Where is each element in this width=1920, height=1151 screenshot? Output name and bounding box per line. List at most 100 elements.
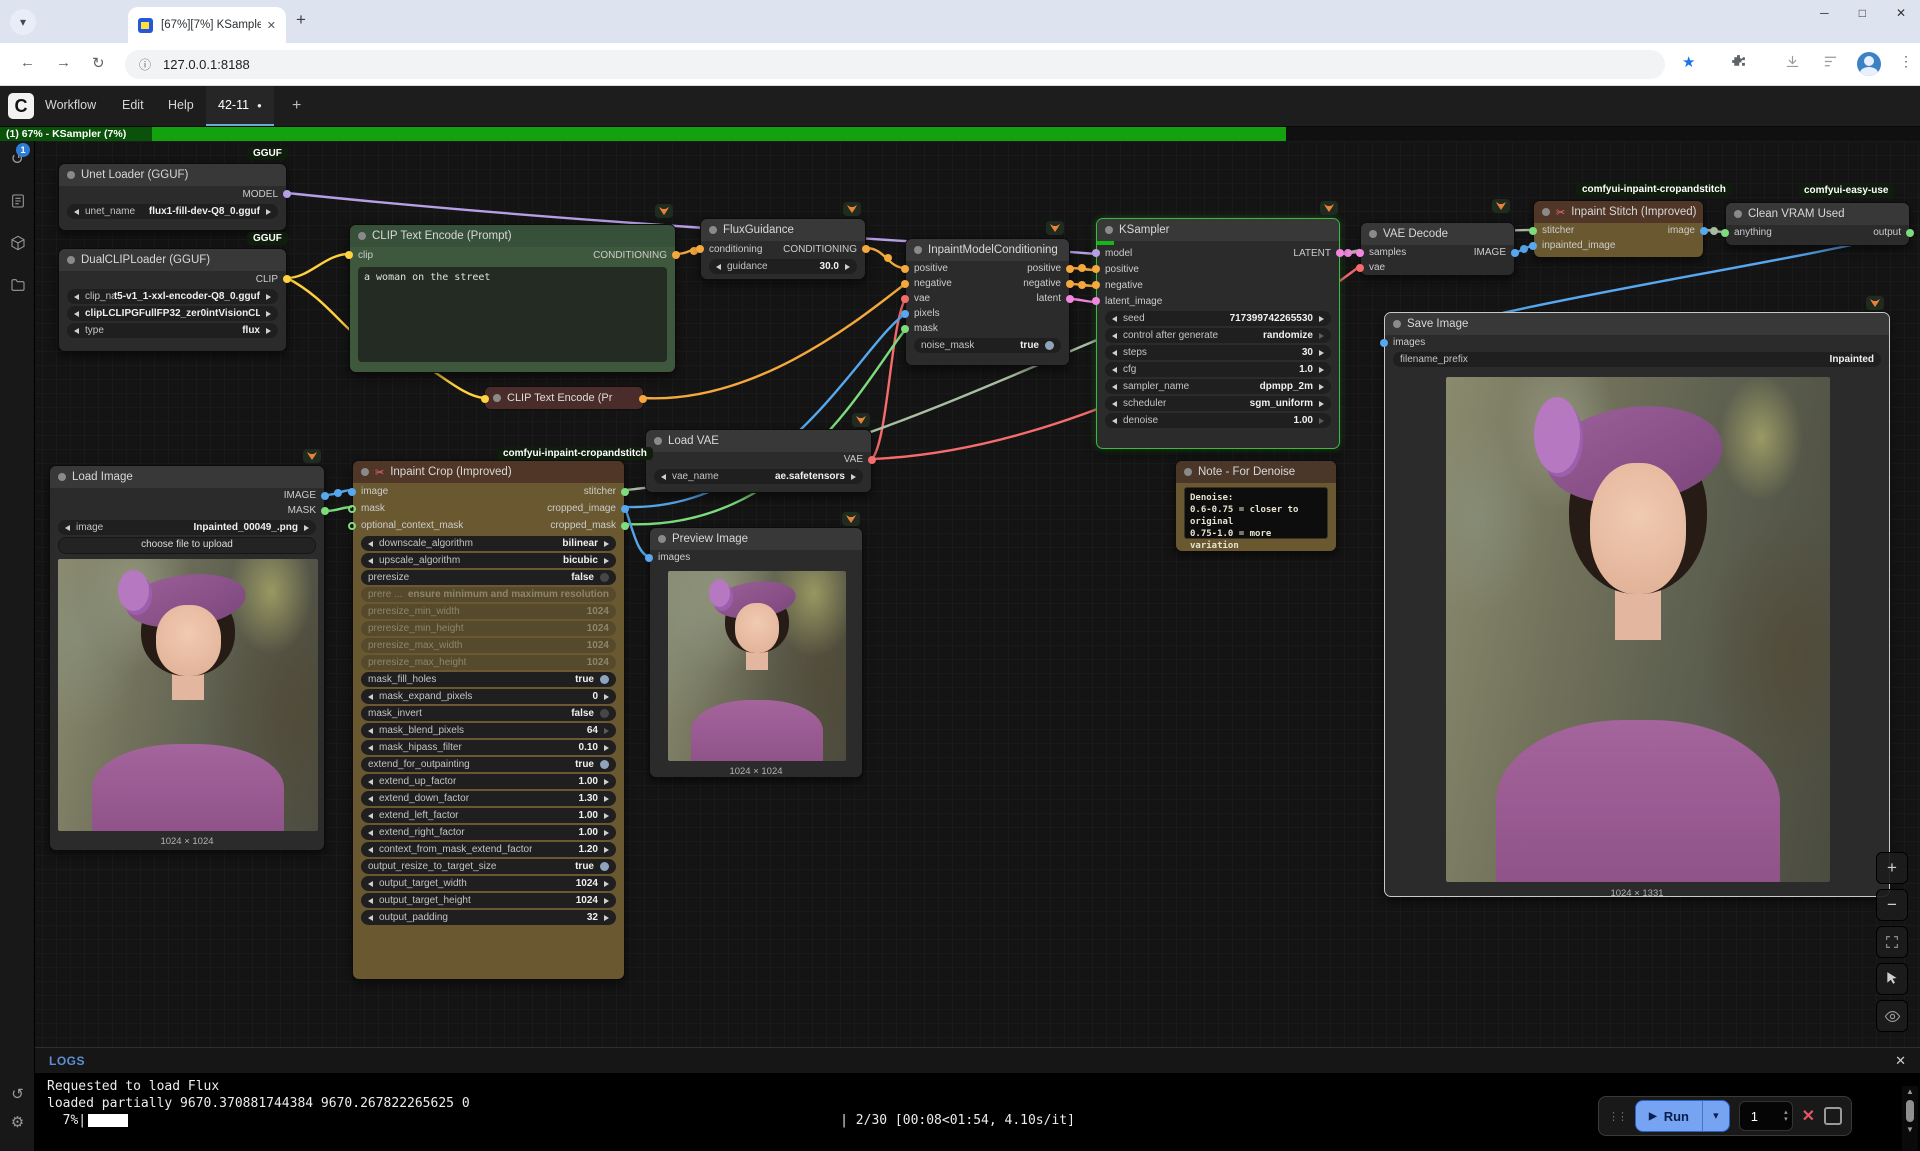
new-tab-button[interactable]: + bbox=[296, 10, 306, 30]
slot-samples-input[interactable]: samples bbox=[1356, 247, 1406, 258]
batch-count-stepper[interactable]: 1 ▴ ▾ bbox=[1738, 1101, 1793, 1131]
slot-negative-input[interactable]: negative bbox=[901, 278, 952, 289]
widget-downscale-algorithm[interactable]: downscale_algorithm bilinear bbox=[361, 536, 616, 551]
window-maximize-button[interactable]: □ bbox=[1859, 6, 1866, 20]
slot-output[interactable]: output bbox=[1873, 227, 1914, 238]
zoom-out-button[interactable]: − bbox=[1876, 889, 1908, 921]
widget-filename-prefix[interactable]: filename_prefix Inpainted bbox=[1393, 352, 1881, 367]
node-unet-loader[interactable]: Unet Loader (GGUF) MODEL unet_name flux1-… bbox=[58, 163, 291, 231]
slot-conditioning-output[interactable]: CONDITIONING bbox=[783, 244, 870, 255]
widget-extend-down-factor[interactable]: extend_down_factor 1.30 bbox=[361, 791, 616, 806]
widget-mask-hipass-filter[interactable]: mask_hipass_filter 0.10 bbox=[361, 740, 616, 755]
widget-guidance[interactable]: guidance 30.0 bbox=[709, 259, 857, 274]
node-title[interactable]: Save Image bbox=[1385, 313, 1889, 335]
widget-output-resize-to-target-size[interactable]: output_resize_to_target_size true bbox=[361, 859, 616, 874]
menu-workflow[interactable]: Workflow bbox=[45, 98, 96, 112]
node-title[interactable]: ✂ Inpaint Stitch (Improved) bbox=[1534, 201, 1703, 223]
slot-inpainted-image-input[interactable]: inpainted_image bbox=[1529, 240, 1615, 251]
widget-extend-for-outpainting[interactable]: extend_for_outpainting true bbox=[361, 757, 616, 772]
slot-mask-output[interactable]: MASK bbox=[288, 505, 329, 516]
browser-menu-kebab-icon[interactable]: ⋮ bbox=[1899, 53, 1913, 70]
slot-latent-output[interactable]: LATENT bbox=[1293, 248, 1344, 259]
slot-latent-output[interactable]: latent bbox=[1037, 293, 1074, 304]
slot-vae-output[interactable]: VAE bbox=[844, 454, 876, 465]
slot-conditioning-input[interactable]: conditioning bbox=[696, 244, 762, 255]
slot-optional-context-mask-input[interactable]: optional_context_mask bbox=[348, 520, 463, 531]
widget-output-padding[interactable]: output_padding 32 bbox=[361, 910, 616, 925]
node-title[interactable]: VAE Decode bbox=[1361, 223, 1514, 245]
node-title[interactable]: KSampler bbox=[1097, 219, 1339, 241]
node-title[interactable]: Preview Image bbox=[650, 528, 862, 550]
back-icon[interactable]: ← bbox=[20, 54, 35, 71]
tab-close-icon[interactable]: ✕ bbox=[267, 19, 276, 32]
slot-image-output[interactable]: image bbox=[1668, 225, 1708, 236]
select-mode-button[interactable] bbox=[1876, 963, 1908, 995]
slot-model-input[interactable]: model bbox=[1092, 248, 1132, 259]
widget-denoise[interactable]: denoise 1.00 bbox=[1105, 413, 1331, 428]
widget-context-from-mask-extend-factor[interactable]: context_from_mask_extend_factor 1.20 bbox=[361, 842, 616, 857]
widget-extend-left-factor[interactable]: extend_left_factor 1.00 bbox=[361, 808, 616, 823]
node-load-image[interactable]: Load Image IMAGE MASK image Inpainted_000… bbox=[49, 465, 329, 851]
widget-output-target-height[interactable]: output_target_height 1024 bbox=[361, 893, 616, 908]
widget-steps[interactable]: steps 30 bbox=[1105, 345, 1331, 360]
node-title[interactable]: DualCLIPLoader (GGUF) bbox=[59, 249, 286, 271]
widget-unet-name[interactable]: unet_name flux1-fill-dev-Q8_0.gguf bbox=[67, 204, 278, 219]
new-workflow-button[interactable]: + bbox=[292, 97, 301, 115]
note-text[interactable]: Denoise: 0.6-0.75 = closer to original 0… bbox=[1184, 487, 1328, 551]
node-title[interactable]: ✂ Inpaint Crop (Improved) bbox=[353, 461, 624, 483]
sidebar-queue-history[interactable]: ↺ 1 bbox=[0, 143, 35, 173]
url-text[interactable]: 127.0.0.1:8188 bbox=[163, 57, 250, 72]
node-clip-text-encode[interactable]: CLIP Text Encode (Prompt) clip CONDITION… bbox=[345, 224, 680, 373]
node-title[interactable]: InpaintModelConditioning bbox=[906, 239, 1069, 261]
node-title[interactable]: Note - For Denoise bbox=[1176, 461, 1336, 483]
slot-image-output[interactable]: IMAGE bbox=[1474, 247, 1519, 258]
slot-vae-input[interactable]: vae bbox=[1356, 262, 1385, 273]
slot-positive-output[interactable]: positive bbox=[1027, 263, 1074, 274]
reload-icon[interactable]: ↻ bbox=[92, 54, 105, 72]
reading-list-icon[interactable] bbox=[1822, 53, 1839, 70]
slot-positive-input[interactable]: positive bbox=[901, 263, 948, 274]
widget-mask-invert[interactable]: mask_invert false bbox=[361, 706, 616, 721]
slot-latent-image-input[interactable]: latent_image bbox=[1092, 296, 1162, 307]
sidebar-model-library-icon[interactable] bbox=[0, 235, 35, 256]
node-fluxguidance[interactable]: FluxGuidance conditioning CONDITIONING g… bbox=[696, 218, 870, 280]
node-title[interactable]: Load VAE bbox=[646, 430, 871, 452]
logs-close-icon[interactable]: ✕ bbox=[1895, 1053, 1906, 1069]
widget-clip-name2[interactable]: clipLCLIPGFullFP32_zer0intVisionCLIPL.s … bbox=[67, 306, 278, 321]
choose-file-button[interactable]: choose file to upload bbox=[58, 537, 316, 554]
slot-mask-input[interactable]: mask bbox=[901, 323, 938, 334]
node-inpaint-stitch[interactable]: ✂ Inpaint Stitch (Improved) stitcher imag… bbox=[1529, 200, 1708, 258]
node-title[interactable]: Clean VRAM Used bbox=[1726, 203, 1909, 225]
count-up-icon[interactable]: ▴ bbox=[1784, 1109, 1788, 1116]
node-vae-decode[interactable]: VAE Decode samples IMAGE vae bbox=[1356, 222, 1519, 276]
node-preview-image[interactable]: Preview Image images 1024 × 1024 bbox=[645, 527, 863, 778]
sidebar-workflows-icon[interactable] bbox=[0, 277, 35, 298]
node-title[interactable]: FluxGuidance bbox=[701, 219, 865, 241]
zoom-in-button[interactable]: + bbox=[1876, 852, 1908, 884]
node-inpaint-model-conditioning[interactable]: InpaintModelConditioning positive positi… bbox=[901, 238, 1074, 366]
widget-cfg[interactable]: cfg 1.0 bbox=[1105, 362, 1331, 377]
widget-mask-fill-holes[interactable]: mask_fill_holes true bbox=[361, 672, 616, 687]
slot-mask-input[interactable]: mask bbox=[348, 503, 385, 514]
run-button[interactable]: ▶ Run bbox=[1636, 1109, 1702, 1124]
slot-stitcher-output[interactable]: stitcher bbox=[584, 486, 629, 497]
widget-extend-right-factor[interactable]: extend_right_factor 1.00 bbox=[361, 825, 616, 840]
widget-image[interactable]: image Inpainted_00049_.png bbox=[58, 520, 316, 535]
widget-noise-mask[interactable]: noise_mask true bbox=[914, 338, 1061, 353]
slot-negative-output[interactable]: negative bbox=[1023, 278, 1074, 289]
sidebar-theme-toggle-icon[interactable]: ↺ bbox=[0, 1085, 35, 1103]
sidebar-settings-gear-icon[interactable]: ⚙ bbox=[0, 1113, 35, 1131]
slot-cropped-mask-output[interactable]: cropped_mask bbox=[550, 520, 629, 531]
comfyui-logo[interactable]: C bbox=[8, 93, 34, 119]
drag-handle-icon[interactable]: ⋮⋮ bbox=[1608, 1110, 1628, 1123]
node-ksampler[interactable]: KSampler model LATENT positive negative … bbox=[1092, 218, 1344, 449]
extensions-puzzle-icon[interactable] bbox=[1730, 53, 1747, 70]
slot-images-input[interactable]: images bbox=[645, 552, 690, 563]
fit-view-button[interactable] bbox=[1876, 926, 1908, 958]
node-clip-text-encode-collapsed[interactable]: CLIP Text Encode (Pr bbox=[481, 386, 647, 410]
widget-clip-name1[interactable]: clip_name1t5-v1_1-xxl-encoder-Q8_0.gguf bbox=[67, 289, 278, 304]
node-inpaint-crop[interactable]: ✂ Inpaint Crop (Improved) image stitcher … bbox=[348, 460, 629, 980]
slot-positive-input[interactable]: positive bbox=[1092, 264, 1139, 275]
address-bar[interactable]: ⓘ 127.0.0.1:8188 bbox=[125, 50, 1665, 79]
slot-image-input[interactable]: image bbox=[348, 486, 388, 497]
